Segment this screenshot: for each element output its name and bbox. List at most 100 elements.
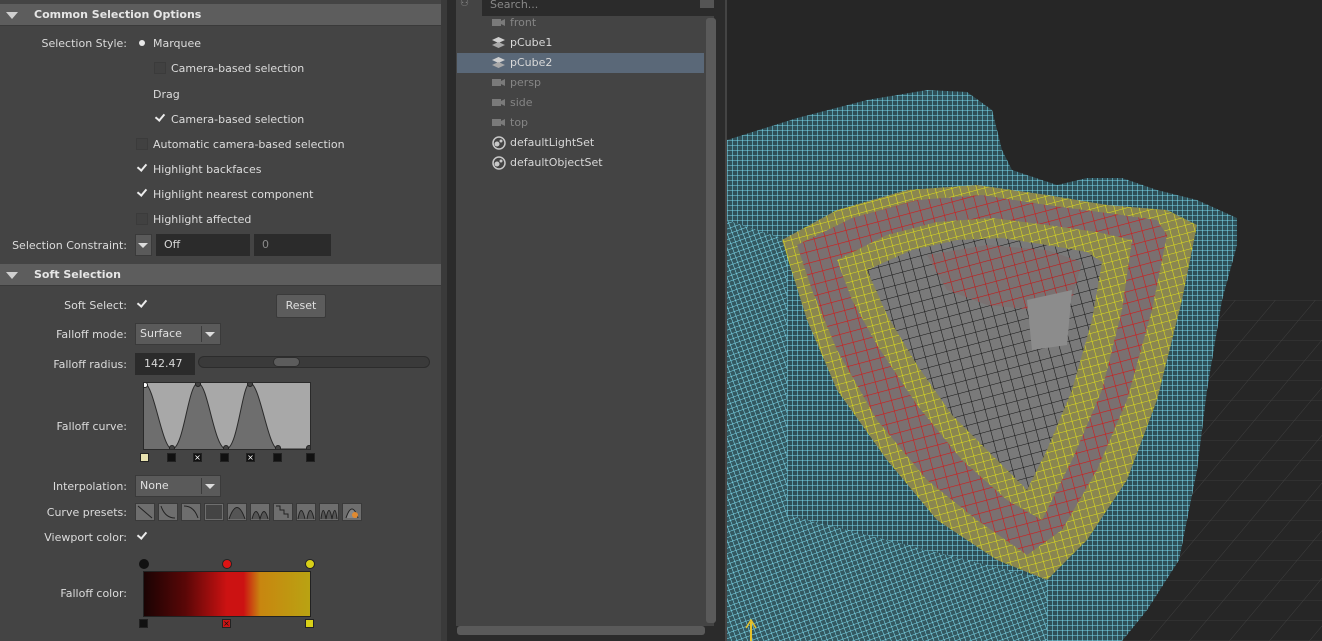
outliner-item-label: pCube1 bbox=[510, 36, 553, 49]
drag-camera-based-checkbox[interactable] bbox=[154, 112, 166, 124]
curve-key-marker[interactable] bbox=[273, 453, 282, 462]
curve-key-marker[interactable] bbox=[167, 453, 176, 462]
falloff-color-ramp[interactable] bbox=[143, 571, 311, 617]
slider-handle[interactable] bbox=[273, 357, 300, 367]
mesh-icon bbox=[492, 37, 505, 48]
marquee-label: Marquee bbox=[153, 37, 202, 50]
falloff-radius-field[interactable]: 142.47 bbox=[135, 353, 195, 375]
soft-select-label: Soft Select: bbox=[64, 299, 127, 312]
section-title: Common Selection Options bbox=[34, 8, 202, 21]
preset-ease-button[interactable] bbox=[158, 503, 178, 521]
curve-key-marker[interactable] bbox=[140, 453, 149, 462]
preset-wave-button[interactable] bbox=[296, 503, 316, 521]
color-ramp-marker[interactable]: × bbox=[222, 619, 231, 628]
collapse-triangle-icon[interactable] bbox=[6, 272, 18, 279]
chevron-down-icon bbox=[205, 484, 215, 489]
common-selection-options-header[interactable]: Common Selection Options bbox=[0, 4, 441, 26]
falloff-radius-slider[interactable] bbox=[198, 356, 430, 368]
preset-custom-button[interactable] bbox=[342, 503, 362, 521]
selection-style-label: Selection Style: bbox=[41, 37, 127, 50]
camera-icon bbox=[492, 19, 505, 26]
outliner-item-defaultlightset[interactable]: defaultLightSet bbox=[457, 133, 704, 153]
viewport-scene bbox=[727, 90, 1322, 641]
drag-radio[interactable] bbox=[136, 88, 148, 100]
mesh-side-wall bbox=[727, 220, 787, 520]
outliner-vertical-scrollbar[interactable] bbox=[706, 18, 716, 623]
set-icon bbox=[492, 156, 506, 170]
mesh-icon bbox=[492, 57, 505, 68]
outliner-search-icon[interactable]: ⚇ bbox=[460, 0, 474, 10]
section-title: Soft Selection bbox=[34, 268, 121, 281]
outliner-item-label: defaultLightSet bbox=[510, 136, 595, 149]
constraint-value-field[interactable]: Off bbox=[156, 234, 250, 256]
preset-triple-wave-button[interactable] bbox=[319, 503, 339, 521]
auto-camera-selection-label: Automatic camera-based selection bbox=[153, 138, 345, 151]
auto-camera-selection-checkbox[interactable] bbox=[136, 138, 148, 150]
falloff-mode-dropdown[interactable]: Surface bbox=[135, 323, 221, 345]
highlight-backfaces-checkbox[interactable] bbox=[136, 162, 148, 174]
chevron-down-icon bbox=[205, 332, 215, 337]
highlight-affected-label: Highlight affected bbox=[153, 213, 252, 226]
interpolation-dropdown[interactable]: None bbox=[135, 475, 221, 497]
falloff-mode-value: Surface bbox=[140, 327, 182, 340]
interpolation-value: None bbox=[140, 479, 169, 492]
reset-button[interactable]: Reset bbox=[276, 294, 326, 318]
constraint-dropdown-button[interactable] bbox=[135, 234, 152, 256]
outliner-item-pcube1[interactable]: pCube1 bbox=[457, 33, 704, 53]
outliner-item-pcube2[interactable]: pCube2 bbox=[457, 53, 704, 73]
curve-key-marker[interactable]: × bbox=[246, 453, 255, 462]
preset-bell-button[interactable] bbox=[227, 503, 247, 521]
outliner-item-label: side bbox=[510, 96, 533, 109]
outliner-item-front[interactable]: front bbox=[457, 13, 704, 33]
drag-label: Drag bbox=[153, 88, 180, 101]
color-key-handle[interactable] bbox=[305, 559, 315, 569]
marquee-camera-based-label: Camera-based selection bbox=[171, 62, 305, 75]
curve-key-marker[interactable]: × bbox=[193, 453, 202, 462]
soft-selection-header[interactable]: Soft Selection bbox=[0, 264, 441, 286]
falloff-curve-svg bbox=[142, 381, 312, 451]
color-ramp-marker[interactable] bbox=[139, 619, 148, 628]
highlight-nearest-label: Highlight nearest component bbox=[153, 188, 314, 201]
falloff-curve-graph[interactable] bbox=[142, 381, 312, 451]
preset-steps-button[interactable] bbox=[273, 503, 293, 521]
preset-flat-button[interactable] bbox=[204, 503, 224, 521]
outliner-item-label: pCube2 bbox=[510, 56, 553, 69]
camera-icon bbox=[492, 79, 505, 86]
selection-constraint-label: Selection Constraint: bbox=[12, 239, 127, 252]
color-key-handle[interactable] bbox=[139, 559, 149, 569]
preset-linear-button[interactable] bbox=[135, 503, 155, 521]
soft-select-checkbox[interactable] bbox=[136, 298, 148, 310]
outliner-item-top[interactable]: top bbox=[457, 113, 704, 133]
camera-icon bbox=[492, 119, 505, 126]
falloff-mode-label: Falloff mode: bbox=[56, 328, 127, 341]
outliner-item-side[interactable]: side bbox=[457, 93, 704, 113]
drag-camera-based-label: Camera-based selection bbox=[171, 113, 305, 126]
outliner-item-defaultobjectset[interactable]: defaultObjectSet bbox=[457, 153, 704, 173]
search-options-icon[interactable] bbox=[700, 0, 714, 8]
outliner-item-label: front bbox=[510, 16, 537, 29]
color-ramp-marker[interactable] bbox=[305, 619, 314, 628]
outliner-item-persp[interactable]: persp bbox=[457, 73, 704, 93]
curve-key-marker[interactable] bbox=[306, 453, 315, 462]
collapse-triangle-icon[interactable] bbox=[6, 12, 18, 19]
highlight-nearest-checkbox[interactable] bbox=[136, 187, 148, 199]
falloff-color-label: Falloff color: bbox=[60, 587, 127, 600]
preset-smooth-button[interactable] bbox=[181, 503, 201, 521]
curve-key-marker[interactable] bbox=[220, 453, 229, 462]
highlight-affected-checkbox[interactable] bbox=[136, 213, 148, 225]
color-key-handle[interactable] bbox=[222, 559, 232, 569]
outliner-item-label: defaultObjectSet bbox=[510, 156, 603, 169]
attribute-editor-panel: Common Selection Options Selection Style… bbox=[0, 0, 441, 641]
outliner-horizontal-scrollbar[interactable] bbox=[457, 626, 705, 635]
viewport-color-checkbox[interactable] bbox=[136, 530, 148, 542]
marquee-camera-based-checkbox[interactable] bbox=[154, 62, 166, 74]
camera-icon bbox=[492, 99, 505, 106]
chevron-down-icon bbox=[138, 243, 148, 248]
constraint-number-field[interactable]: 0 bbox=[254, 234, 331, 256]
preset-double-bell-button[interactable] bbox=[250, 503, 270, 521]
falloff-curve-label: Falloff curve: bbox=[56, 420, 127, 433]
viewport-color-label: Viewport color: bbox=[44, 531, 127, 544]
3d-viewport[interactable] bbox=[727, 0, 1322, 641]
curve-presets-label: Curve presets: bbox=[46, 506, 127, 519]
marquee-radio[interactable] bbox=[136, 37, 148, 49]
